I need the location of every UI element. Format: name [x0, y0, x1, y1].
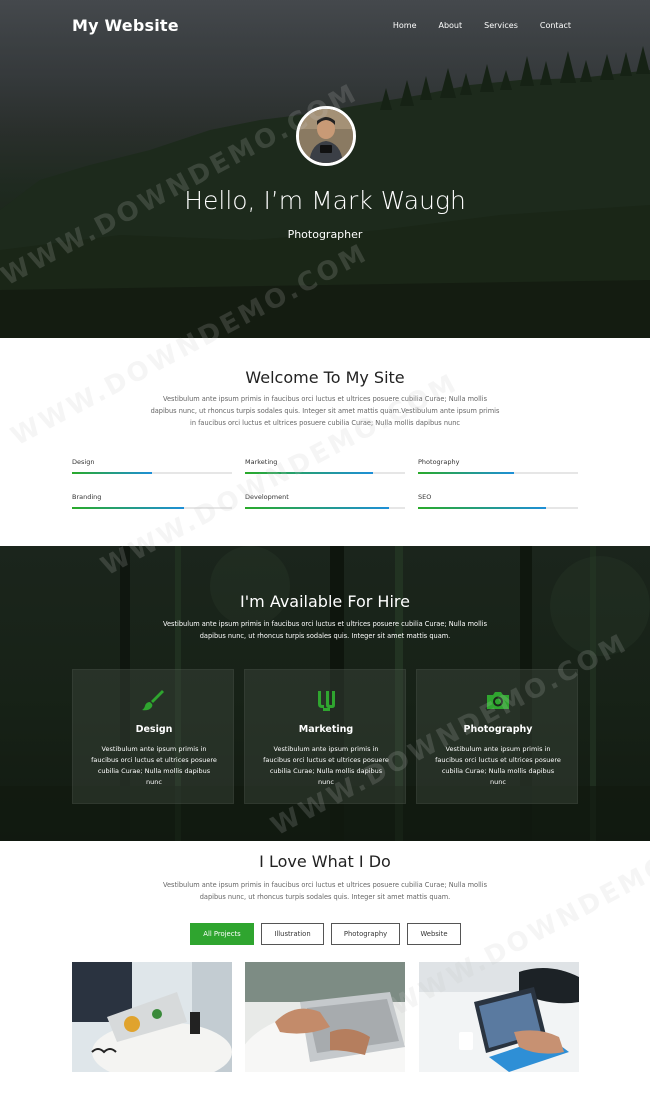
skill-development: Development: [245, 493, 405, 509]
skill-progress-fill: [418, 507, 546, 509]
skill-label: Photography: [418, 458, 460, 466]
nav-item-contact[interactable]: Contact: [540, 21, 571, 30]
skill-progress-fill: [245, 507, 389, 509]
welcome-text: Vestibulum ante ipsum primis in faucibus…: [150, 395, 500, 427]
laptop-photo-image: [72, 962, 232, 1072]
nav-item-about[interactable]: About: [438, 21, 462, 30]
icon-wrap: [245, 688, 407, 712]
icon-wrap: [73, 688, 235, 712]
hire-title: I'm Available For Hire: [240, 592, 410, 611]
person-portrait-icon: [299, 109, 353, 163]
card-text: Vestibulum ante ipsum primis in faucibus…: [91, 745, 217, 786]
skill-photography: Photography: [418, 458, 578, 474]
welcome-section: Welcome To My Site Vestibulum ante ipsum…: [0, 338, 650, 546]
welcome-title: Welcome To My Site: [245, 368, 405, 387]
hire-section: I'm Available For Hire Vestibulum ante i…: [0, 546, 650, 841]
icon-wrap: [417, 688, 579, 712]
paint-brush-icon: [142, 690, 164, 711]
filter-photography-button[interactable]: Photography: [331, 923, 400, 945]
card-title: Design: [135, 724, 173, 735]
service-card-photography: Photography Vestibulum ante ipsum primis…: [416, 669, 578, 804]
filter-all-projects-button[interactable]: All Projects: [190, 923, 254, 945]
skill-label: Branding: [72, 493, 102, 501]
portfolio-text: Vestibulum ante ipsum primis in faucibus…: [162, 881, 488, 901]
hero-section: My Website Home About Services Contact H…: [0, 0, 650, 338]
skill-marketing: Marketing: [245, 458, 405, 474]
profile-avatar: [296, 106, 356, 166]
portfolio-title: I Love What I Do: [259, 852, 391, 871]
typing-laptop-image: [245, 962, 405, 1072]
card-text: Vestibulum ante ipsum primis in faucibus…: [263, 745, 389, 786]
skill-track: [418, 472, 578, 474]
skill-track: [72, 472, 232, 474]
skill-progress-fill: [418, 472, 514, 474]
service-card-marketing: Marketing Vestibulum ante ipsum primis i…: [244, 669, 406, 804]
hero-subtitle: Photographer: [287, 228, 363, 241]
portfolio-item-2[interactable]: [245, 962, 405, 1072]
skill-branding: Branding: [72, 493, 232, 509]
skill-label: Design: [72, 458, 95, 466]
skill-label: SEO: [418, 493, 432, 501]
filter-illustration-button[interactable]: Illustration: [261, 923, 324, 945]
skill-track: [418, 507, 578, 509]
skill-track: [72, 507, 232, 509]
portfolio-item-3[interactable]: [419, 962, 579, 1072]
portfolio-filters: All Projects Illustration Photography We…: [190, 923, 461, 945]
nav-item-services[interactable]: Services: [484, 21, 518, 30]
camera-icon: [487, 692, 509, 709]
skill-progress-fill: [245, 472, 373, 474]
skill-track: [245, 472, 405, 474]
card-text: Vestibulum ante ipsum primis in faucibus…: [435, 745, 561, 786]
skill-label: Marketing: [245, 458, 278, 466]
skill-progress-fill: [72, 507, 184, 509]
skill-design: Design: [72, 458, 232, 474]
marketing-icon: [318, 691, 335, 711]
portfolio-section: I Love What I Do Vestibulum ante ipsum p…: [0, 841, 650, 1108]
card-title: Photography: [463, 724, 533, 735]
skill-seo: SEO: [418, 493, 578, 509]
card-title: Marketing: [298, 724, 354, 735]
nav-item-home[interactable]: Home: [393, 21, 417, 30]
hire-text: Vestibulum ante ipsum primis in faucibus…: [162, 620, 488, 640]
skill-track: [245, 507, 405, 509]
skill-progress-fill: [72, 472, 152, 474]
skill-label: Development: [245, 493, 289, 501]
nav-menu: Home About Services Contact: [393, 21, 571, 30]
filter-website-button[interactable]: Website: [407, 923, 461, 945]
site-logo[interactable]: My Website: [72, 16, 179, 35]
service-card-design: Design Vestibulum ante ipsum primis in f…: [72, 669, 234, 804]
portfolio-item-1[interactable]: [72, 962, 232, 1072]
tablet-work-image: [419, 962, 579, 1072]
hero-title: Hello, I’m Mark Waugh: [184, 186, 466, 215]
top-navbar: My Website Home About Services Contact: [0, 0, 650, 54]
